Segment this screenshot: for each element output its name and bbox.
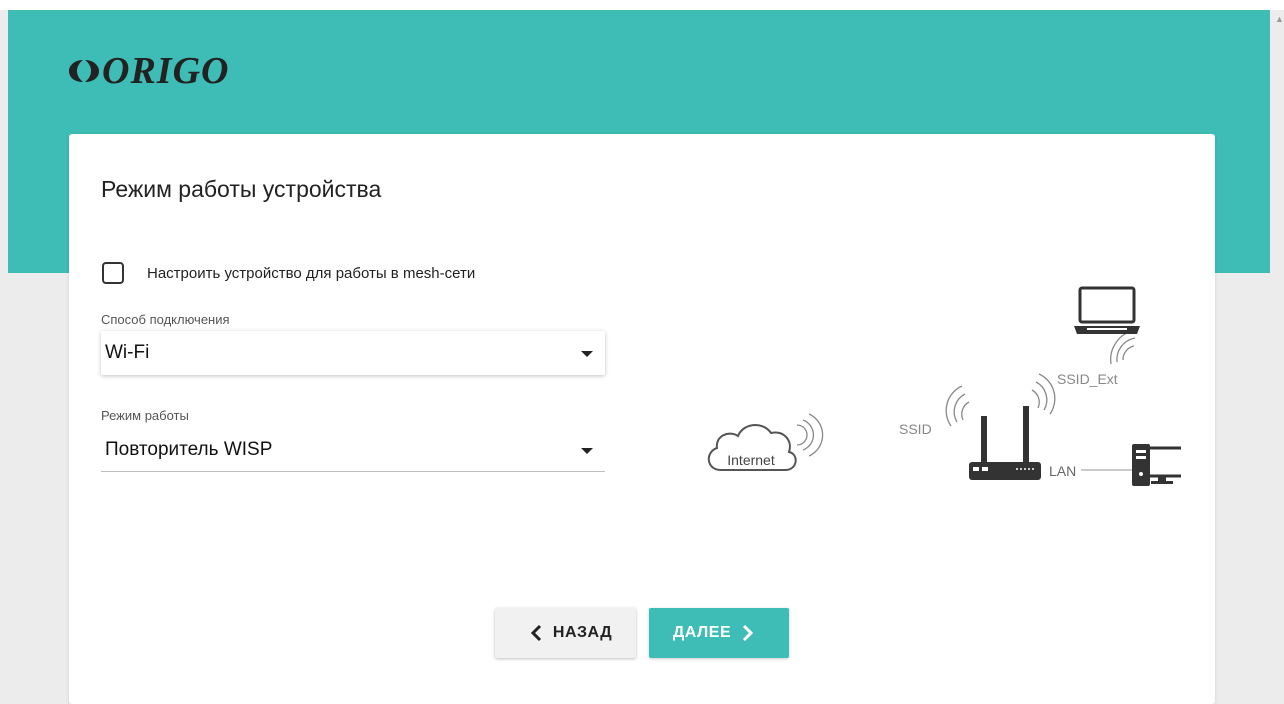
origo-logo-icon [69,60,99,82]
internet-cloud-icon: Internet [707,424,797,471]
mesh-option[interactable]: Настроить устройство для работы в mesh-с… [102,262,475,284]
next-button[interactable]: ДАЛЕЕ [649,608,789,658]
router-icon [969,406,1041,480]
connection-type-value: Wi-Fi [105,342,150,363]
back-button[interactable]: НАЗАД [495,608,636,658]
ssid-label: SSID [899,421,932,437]
next-button-label: ДАЛЕЕ [672,624,732,641]
laptop-icon [1074,286,1140,334]
caret-down-icon [581,351,593,357]
scroll-up-arrow[interactable]: ▲ [1275,14,1284,24]
connection-type-select[interactable]: Wi-Fi [101,331,605,375]
operation-mode-select[interactable]: Повторитель WISP [101,428,605,472]
brand-name: ORIGO [102,50,230,92]
mesh-checkbox-label: Настроить устройство для работы в mesh-с… [147,264,476,282]
wifi-signal-icon [945,373,1056,427]
operation-mode-label: Режим работы [101,408,189,423]
brand-logo: ORIGO [68,50,229,92]
wizard-card: Режим работы устройства Настроить устрой… [69,134,1215,704]
mesh-checkbox[interactable] [102,262,124,284]
back-button-label: НАЗАД [552,624,613,641]
caret-down-icon [581,447,593,454]
ssid-ext-label: SSID_Ext [1057,371,1118,387]
chevron-right-icon [743,624,754,642]
chevron-left-icon [530,624,541,642]
connection-type-label: Способ подключения [101,312,230,327]
top-strip [0,0,1284,10]
pc-tower-icon [1132,444,1150,486]
operation-mode-value: Повторитель WISP [105,438,273,460]
internet-label: Internet [727,452,775,468]
page-title: Режим работы устройства [101,176,382,202]
wifi-signal-icon [796,413,824,457]
lan-label: LAN [1049,463,1076,479]
